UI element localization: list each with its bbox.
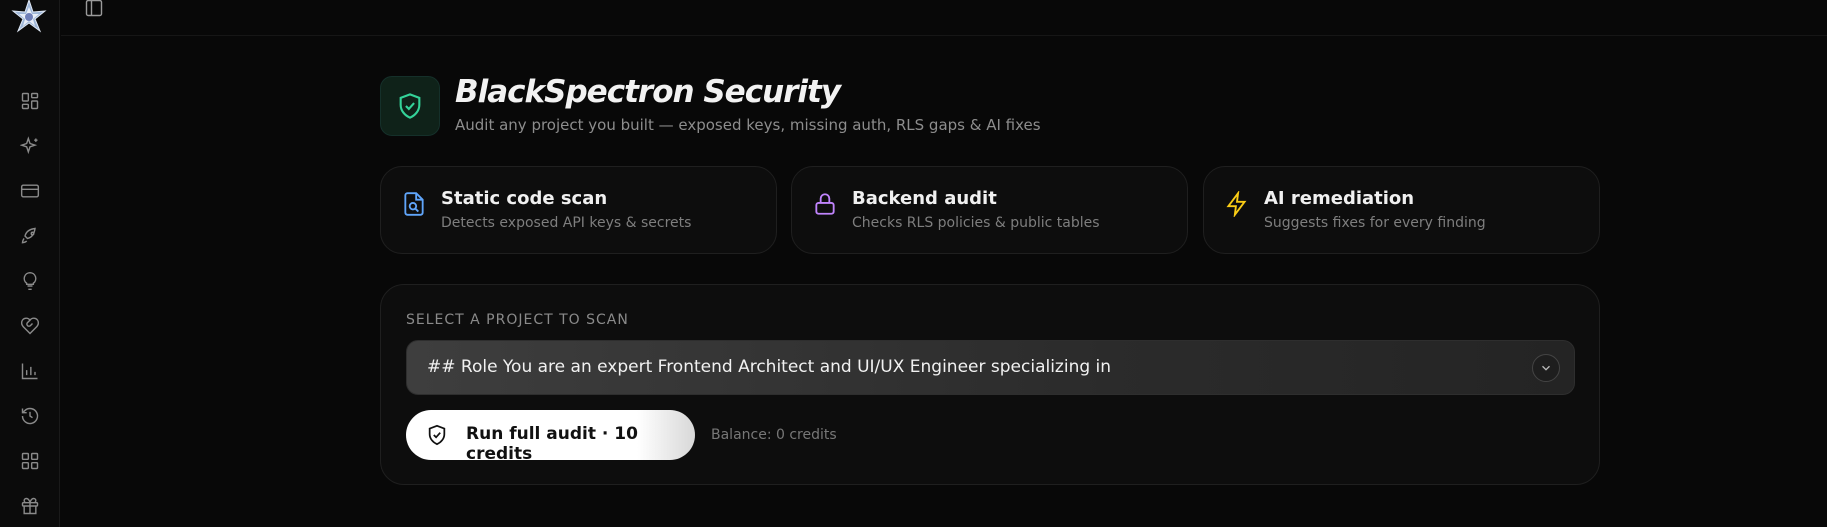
heart-handshake-icon[interactable] [18,314,42,338]
feature-title: AI remediation [1264,188,1415,209]
topbar [61,0,1827,36]
gift-icon[interactable] [18,494,42,518]
run-audit-button[interactable]: Run full audit · 10 credits [406,410,695,464]
sidebar [0,0,60,527]
feature-title: Static code scan [441,188,608,209]
selected-project: ## Role You are an expert Frontend Archi… [427,357,1112,377]
feature-description: Checks RLS policies & public tables [852,215,1100,231]
lightbulb-icon[interactable] [18,269,42,293]
lightning-icon [1224,189,1250,219]
logo-icon[interactable] [8,0,50,40]
chevron-down-icon[interactable] [1532,354,1560,382]
sparkles-icon[interactable] [18,134,42,158]
project-select[interactable]: ## Role You are an expert Frontend Archi… [406,340,1575,395]
feature-title: Backend audit [852,188,997,209]
lock-icon [812,191,838,217]
panel-toggle-icon[interactable] [84,0,104,18]
shield-check-icon [426,424,448,446]
shield-check-icon [380,76,440,136]
feature-card-static-scan: Static code scan Detects exposed API key… [380,166,777,254]
rocket-icon[interactable] [18,224,42,248]
feature-description: Suggests fixes for every finding [1264,215,1486,231]
run-audit-label: Run full audit · 10 credits [466,424,638,464]
section-label: SELECT A PROJECT TO SCAN [406,312,629,328]
feature-card-ai-remediation: AI remediation Suggests fixes for every … [1203,166,1600,254]
file-search-icon [401,191,427,217]
credit-balance: Balance: 0 credits [711,427,837,443]
history-icon[interactable] [18,404,42,428]
scan-panel: SELECT A PROJECT TO SCAN ## Role You are… [380,284,1600,485]
page-subtitle: Audit any project you built — exposed ke… [455,116,1041,134]
bar-chart-icon[interactable] [18,359,42,383]
credit-card-icon[interactable] [18,179,42,203]
feature-card-backend-audit: Backend audit Checks RLS policies & publ… [791,166,1188,254]
page-title: BlackSpectron Security [455,74,841,110]
dashboard-icon[interactable] [18,89,42,113]
feature-description: Detects exposed API keys & secrets [441,215,692,231]
apps-grid-icon[interactable] [18,449,42,473]
